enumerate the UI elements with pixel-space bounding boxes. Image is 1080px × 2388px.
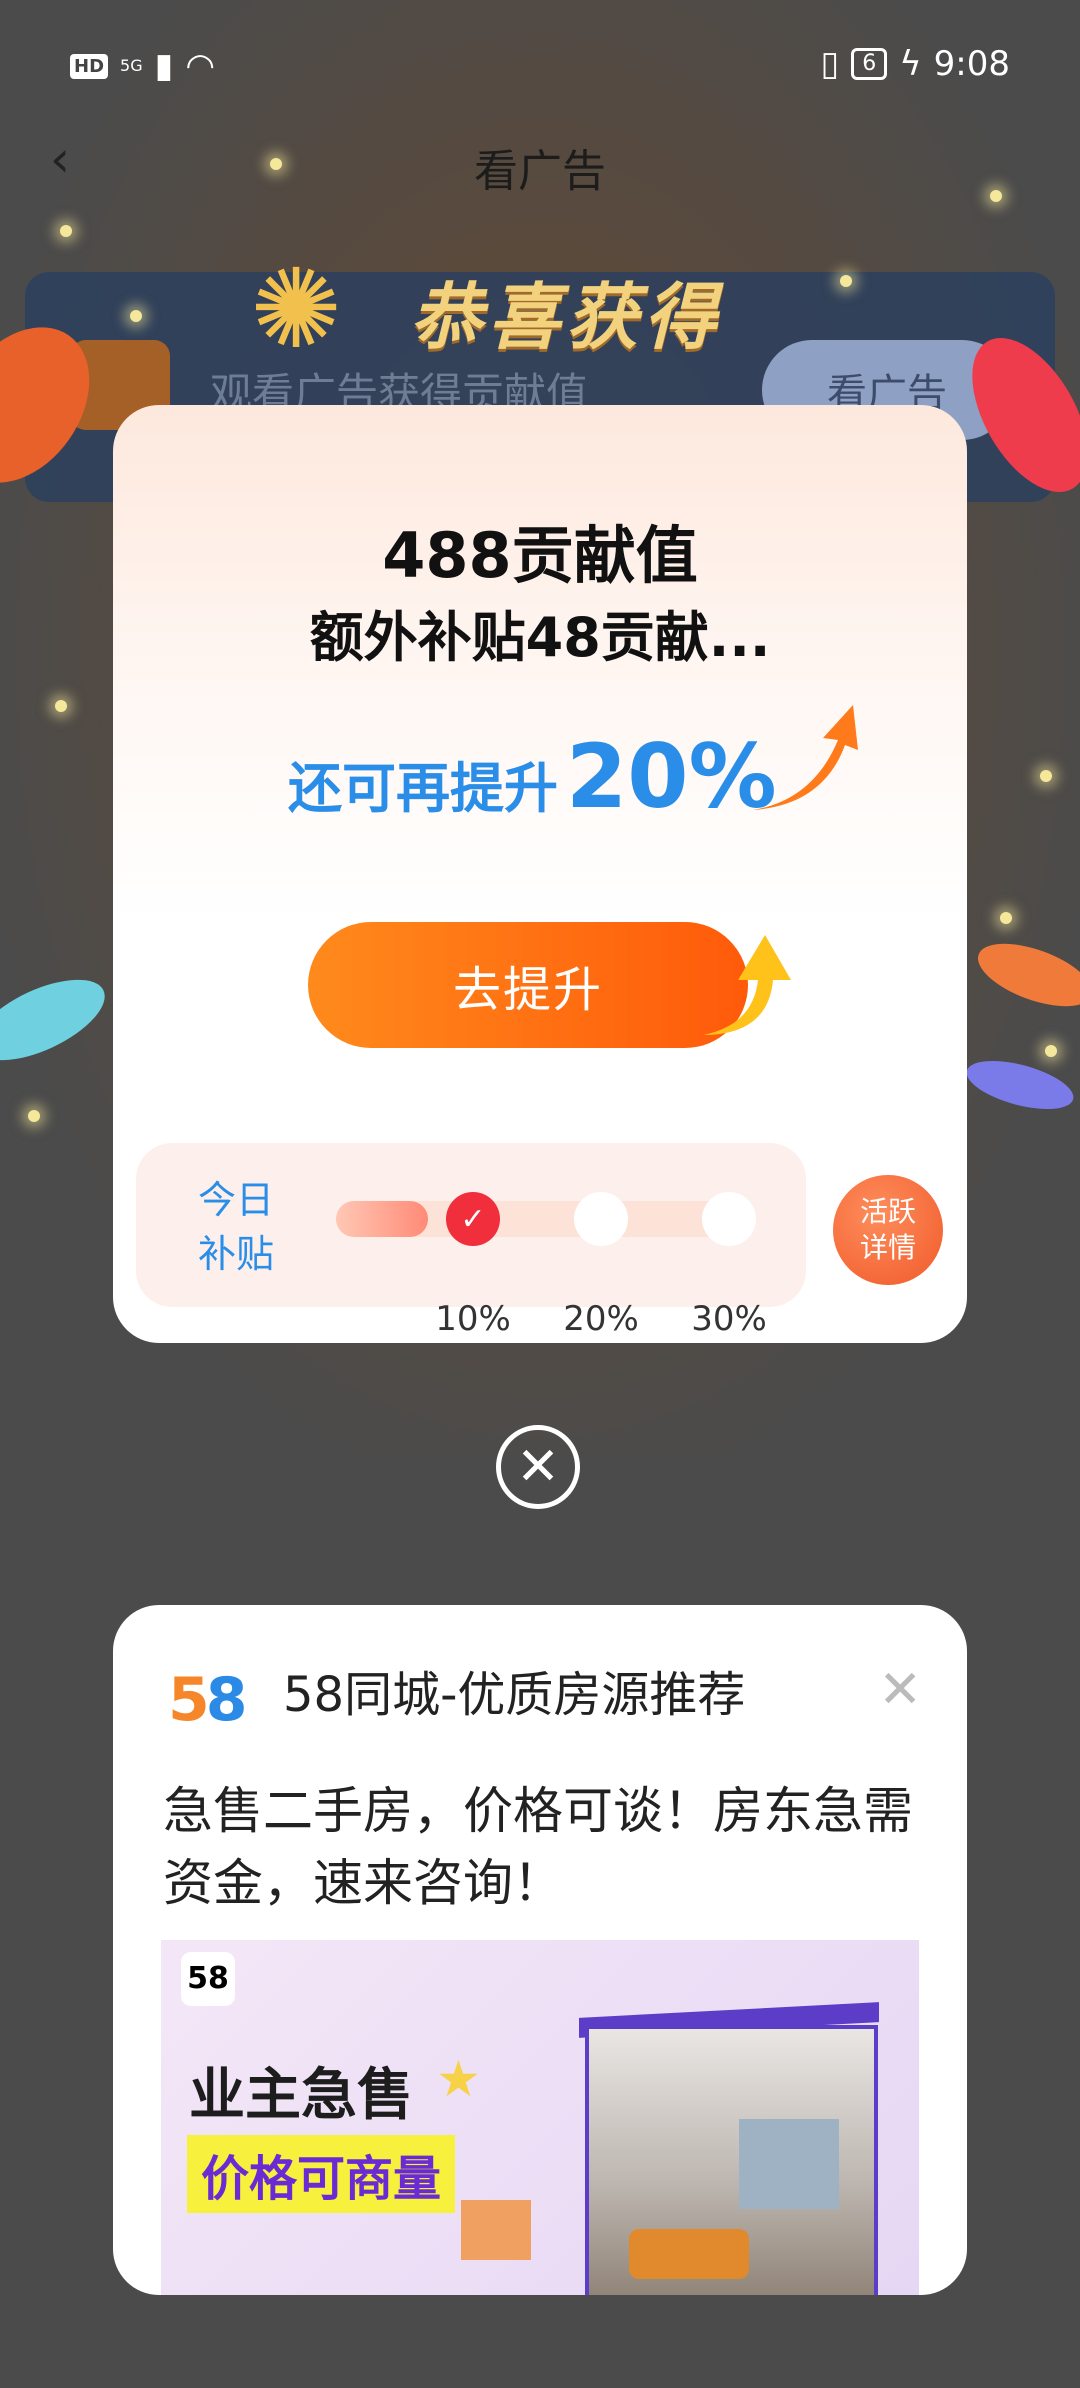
star-icon: ★ xyxy=(436,2050,481,2108)
firework-icon: ✺ xyxy=(250,245,343,373)
ad-image[interactable]: 58 业主急售 ★ 价格可商量 xyxy=(161,1940,919,2295)
sparkle-decoration xyxy=(1000,912,1012,924)
active-details-line2: 详情 xyxy=(859,1231,916,1264)
active-details-button[interactable]: 活跃 详情 xyxy=(833,1175,943,1285)
boost-info: 还可再提升 20% xyxy=(288,725,777,828)
reward-extra: 额外补贴48贡献... xyxy=(309,606,771,669)
step-label: 10% xyxy=(435,1299,511,1339)
reward-value: 488贡献值 xyxy=(382,519,698,592)
charging-icon: ϟ xyxy=(899,44,922,84)
ribbon-decoration xyxy=(970,930,1080,1020)
ad-image-logo: 58 xyxy=(181,1952,235,2006)
sparkle-decoration xyxy=(1040,770,1052,782)
hd-badge: HD xyxy=(70,53,109,79)
subsidy-progress: ✓ 10% 20% 30% xyxy=(336,1192,767,1339)
sparkle-decoration xyxy=(130,310,142,322)
ad-close-icon[interactable]: ✕ xyxy=(878,1660,922,1720)
sparkle-decoration xyxy=(60,225,72,237)
close-popup-button[interactable]: ✕ xyxy=(496,1425,580,1509)
vibrate-icon: ▯ xyxy=(820,44,840,84)
58-logo: 58 xyxy=(168,1665,248,1735)
clock: 9:08 xyxy=(933,44,1010,84)
sparkle-decoration xyxy=(270,158,282,170)
room-photo xyxy=(585,2025,878,2295)
up-arrow-icon xyxy=(703,935,791,1035)
room-window xyxy=(739,2119,839,2209)
congrats-banner: 恭喜获得 xyxy=(410,275,723,359)
sparkle-decoration xyxy=(1045,1045,1057,1057)
boost-label: 还可再提升 xyxy=(288,757,558,820)
reward-popup: 488贡献值 额外补贴48贡献... 还可再提升 20% 去提升 今日 补贴 ✓… xyxy=(113,405,967,1343)
network-type: 5G xyxy=(120,56,143,75)
active-details-line1: 活跃 xyxy=(859,1195,916,1228)
sparkle-decoration xyxy=(990,190,1002,202)
ribbon-decoration xyxy=(961,1051,1079,1119)
step-check-icon: ✓ xyxy=(446,1192,500,1246)
step-marker xyxy=(574,1192,628,1246)
signal-icon: ▮ xyxy=(154,46,174,86)
page-title: 看广告 xyxy=(474,146,606,197)
step-label: 30% xyxy=(691,1299,767,1339)
boost-button[interactable]: 去提升 xyxy=(308,922,748,1048)
progress-fill xyxy=(336,1201,429,1237)
ad-card[interactable]: 58 58同城-优质房源推荐 ✕ 急售二手房，价格可谈！房东急需资金，速来咨询！… xyxy=(113,1605,967,2295)
subsidy-label: 今日 补贴 xyxy=(196,1173,276,1281)
sparkle-decoration xyxy=(55,700,67,712)
wifi-icon: ◠ xyxy=(185,46,215,86)
daily-subsidy-panel: 今日 补贴 ✓ 10% 20% 30% xyxy=(136,1143,806,1339)
logo-digit-eight: 8 xyxy=(205,1665,248,1735)
ad-text: 急售二手房，价格可谈！房东急需资金，速来咨询！ xyxy=(163,1782,913,1912)
step-label: 20% xyxy=(563,1299,639,1339)
battery-icon: 6 xyxy=(851,48,888,80)
sparkle-decoration xyxy=(28,1110,40,1122)
step-marker xyxy=(702,1192,756,1246)
subsidy-label-line2: 补贴 xyxy=(197,1232,274,1276)
ribbon-decoration xyxy=(0,963,117,1077)
room-sofa xyxy=(629,2229,749,2279)
ad-image-subtitle: 价格可商量 xyxy=(187,2135,456,2213)
house-icon xyxy=(461,2200,531,2260)
subsidy-label-line1: 今日 xyxy=(197,1178,274,1222)
screen: ‹ 看广告 观看广告获得贡献值 看广告 ✺ 恭喜获得 HD 5G ▮ ◠ ▯ 6… xyxy=(0,0,1080,2388)
sparkle-decoration xyxy=(840,275,852,287)
up-arrow-icon xyxy=(753,705,858,810)
ad-image-title: 业主急售 xyxy=(189,2063,413,2128)
ad-source: 58同城-优质房源推荐 xyxy=(283,1667,746,1723)
logo-digit-five: 5 xyxy=(168,1665,210,1735)
status-bar: HD 5G ▮ ◠ ▯ 6 ϟ 9:08 xyxy=(0,0,1080,130)
